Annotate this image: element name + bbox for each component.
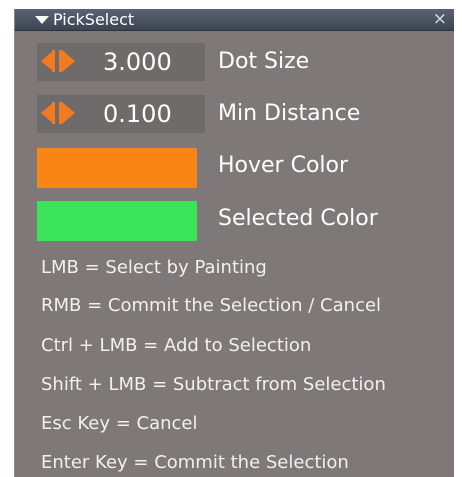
help-line: RMB = Commit the Selection / Cancel [41, 295, 382, 316]
dot-size-value[interactable]: 3.000 [103, 47, 172, 77]
dot-size-row: 3.000 Dot Size [37, 43, 437, 81]
dot-size-label: Dot Size [218, 49, 310, 74]
increment-arrow-icon[interactable] [59, 102, 75, 124]
help-line: Ctrl + LMB = Add to Selection [41, 335, 312, 356]
min-distance-label: Min Distance [218, 101, 361, 126]
min-distance-value[interactable]: 0.100 [103, 99, 172, 129]
selected-color-label: Selected Color [218, 206, 378, 231]
hover-color-swatch[interactable] [37, 148, 197, 188]
min-distance-spinner[interactable]: 0.100 [37, 95, 205, 133]
dot-size-spinner[interactable]: 3.000 [37, 43, 205, 81]
selected-color-swatch[interactable] [37, 201, 197, 241]
panel-title: PickSelect [53, 10, 135, 29]
min-distance-row: 0.100 Min Distance [37, 95, 437, 133]
panel-titlebar[interactable]: PickSelect × [15, 9, 454, 31]
help-line: Enter Key = Commit the Selection [41, 452, 349, 473]
pickselect-panel: PickSelect × 3.000 Dot Size 0.100 Min Di… [14, 9, 454, 477]
decrement-arrow-icon[interactable] [41, 102, 55, 124]
help-line: Shift + LMB = Subtract from Selection [41, 374, 386, 395]
decrement-arrow-icon[interactable] [41, 50, 55, 72]
close-icon[interactable]: × [433, 9, 447, 29]
help-line: LMB = Select by Painting [41, 257, 267, 278]
collapse-triangle-icon[interactable] [35, 16, 49, 24]
hover-color-label: Hover Color [218, 153, 349, 178]
help-line: Esc Key = Cancel [41, 413, 198, 434]
selected-color-row: Selected Color [37, 201, 437, 243]
increment-arrow-icon[interactable] [59, 50, 75, 72]
hover-color-row: Hover Color [37, 148, 437, 190]
